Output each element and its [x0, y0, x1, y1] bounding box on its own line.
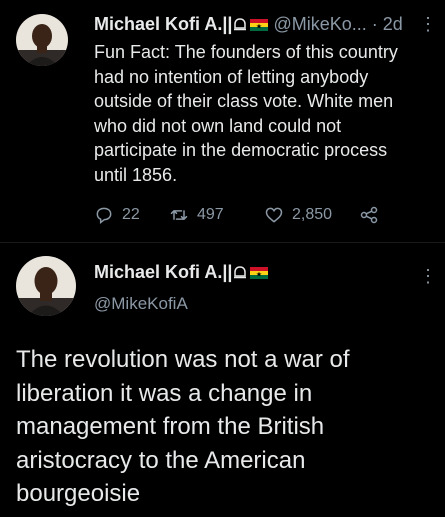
avatar[interactable]	[16, 14, 68, 66]
author-handle[interactable]: @MikeKofiA	[94, 294, 188, 314]
ghana-flag-icon	[250, 15, 269, 31]
share-icon	[360, 206, 378, 224]
reply-icon	[96, 207, 112, 225]
tweet-header: Michael Kofi A.||	[94, 262, 269, 283]
tweet-text: Fun Fact: The founders of this country h…	[94, 42, 398, 185]
like-icon	[265, 207, 283, 223]
reply-button[interactable]: 22	[94, 205, 140, 225]
more-icon[interactable]: ⋮	[419, 266, 437, 287]
retweet-count: 497	[197, 206, 224, 223]
separator: ·	[371, 14, 378, 34]
avatar[interactable]	[16, 256, 76, 316]
tweet-text: The revolution was not a war of liberati…	[16, 346, 350, 507]
author-handle[interactable]: @MikeKo...	[273, 14, 366, 34]
tweet-header: Michael Kofi A.|| @MikeKo... · 2d	[94, 14, 403, 35]
emblem-icon	[232, 15, 248, 31]
retweet-button[interactable]: 497	[169, 205, 224, 225]
retweet-icon	[170, 210, 188, 220]
emblem-icon	[232, 263, 248, 279]
timestamp[interactable]: 2d	[383, 14, 403, 34]
like-button[interactable]: 2,850	[264, 205, 332, 225]
tweet-1[interactable]: Michael Kofi A.|| @MikeKo... · 2d ⋮ Fun …	[0, 0, 445, 240]
more-icon[interactable]: ⋮	[419, 14, 437, 35]
share-button[interactable]	[359, 205, 387, 225]
ghana-flag-icon	[250, 263, 269, 279]
divider	[0, 242, 445, 243]
author-name[interactable]: Michael Kofi A.||	[94, 262, 232, 282]
reply-count: 22	[122, 206, 140, 223]
like-count: 2,850	[292, 206, 333, 223]
author-name[interactable]: Michael Kofi A.||	[94, 14, 232, 34]
